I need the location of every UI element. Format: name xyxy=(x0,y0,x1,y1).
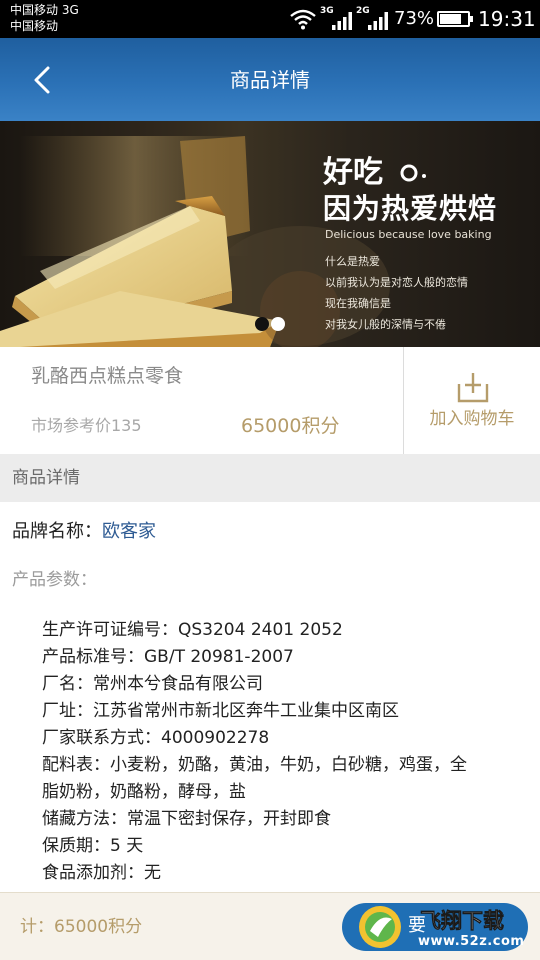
spec-line: 产品标准号：GB/T 20981-2007 xyxy=(42,647,294,667)
details-section-header: 商品详情 xyxy=(0,454,540,502)
product-details: 品牌名称：欧客家 产品参数： 生产许可证编号：QS3204 2401 2052 … xyxy=(0,502,540,892)
signal-2g-indicator: 2G xyxy=(356,6,388,30)
signal-3g-indicator: 3G xyxy=(320,6,352,30)
watermark-url: www.52z.com xyxy=(418,934,525,949)
battery-icon xyxy=(437,11,470,27)
page-title: 商品详情 xyxy=(230,68,310,92)
banner-subtitle: Delicious because love baking xyxy=(325,228,492,241)
spec-line: 储藏方法：常温下密封保存，开封即食 xyxy=(42,809,331,829)
watermark-wordmark: 飞翔下载 xyxy=(420,909,505,933)
spec-line: 厂址：江苏省常州市新北区奔牛工业集中区南区 xyxy=(42,701,399,721)
signal-icon xyxy=(368,12,388,30)
total-points: 计：65000积分 xyxy=(20,917,143,937)
spec-line: 脂奶粉，奶酪粉，酵母，盐 xyxy=(42,782,246,802)
battery-level-fill xyxy=(440,14,462,24)
spec-line: 食品添加剂：无 xyxy=(42,863,161,883)
app-header: 商品详情 xyxy=(0,38,540,121)
market-price: 市场参考价135 xyxy=(31,416,142,435)
status-bar: 中国移动 3G 中国移动 3G 2G 73% 19:31 xyxy=(0,0,540,38)
banner-poem-line: 现在我确信是 xyxy=(325,297,391,310)
battery-percent: 73% xyxy=(394,8,435,29)
product-image-carousel[interactable]: 好吃 因为热爱烘焙 Delicious because love baking … xyxy=(0,121,540,347)
brand-value[interactable]: 欧客家 xyxy=(102,521,156,542)
cart-add-icon xyxy=(457,373,489,403)
product-name: 乳酪西点糕点零食 xyxy=(31,365,184,387)
banner-poem-line: 什么是热爱 xyxy=(325,255,380,268)
add-to-cart-button[interactable]: 加入购物车 xyxy=(404,347,540,454)
signal-icon xyxy=(332,12,352,30)
banner-poem-line: 对我女儿般的深情与不倦 xyxy=(325,318,446,331)
spec-line: 保质期：5 天 xyxy=(42,836,144,856)
banner-headline-1: 好吃 xyxy=(323,155,431,191)
carrier-label-1: 中国移动 3G xyxy=(10,3,79,17)
section-title: 商品详情 xyxy=(12,468,80,488)
brand-row: 品牌名称：欧客家 xyxy=(12,519,156,545)
params-label: 产品参数： xyxy=(12,570,97,590)
banner-headline-2: 因为热爱烘焙 xyxy=(323,192,498,225)
spec-line: 配料表：小麦粉，奶酪，黄油，牛奶，白砂糖，鸡蛋，全 xyxy=(42,755,467,775)
battery-cap xyxy=(470,16,473,22)
spec-line: 厂名：常州本兮食品有限公司 xyxy=(42,674,263,694)
carousel-dot-active[interactable] xyxy=(255,317,269,331)
ring-mark-icon xyxy=(400,164,427,182)
product-info-panel: 乳酪西点糕点零食 市场参考价135 65000积分 加入购物车 xyxy=(0,347,540,454)
svg-text:飞翔下载: 飞翔下载 xyxy=(420,909,504,933)
clock: 19:31 xyxy=(478,7,536,31)
watermark-logo-icon xyxy=(359,906,401,948)
points-price: 65000积分 xyxy=(241,415,340,437)
spec-line: 厂家联系方式：4000902278 xyxy=(42,728,270,748)
carrier-label-2: 中国移动 xyxy=(10,19,59,33)
spec-line: 生产许可证编号：QS3204 2401 2052 xyxy=(42,620,343,640)
carousel-dot[interactable] xyxy=(271,317,285,331)
brand-label: 品牌名称： xyxy=(12,521,102,542)
add-to-cart-label: 加入购物车 xyxy=(429,409,515,429)
banner-poem-line: 以前我认为是对恋人般的恋情 xyxy=(325,276,468,289)
wifi-icon xyxy=(290,9,316,30)
